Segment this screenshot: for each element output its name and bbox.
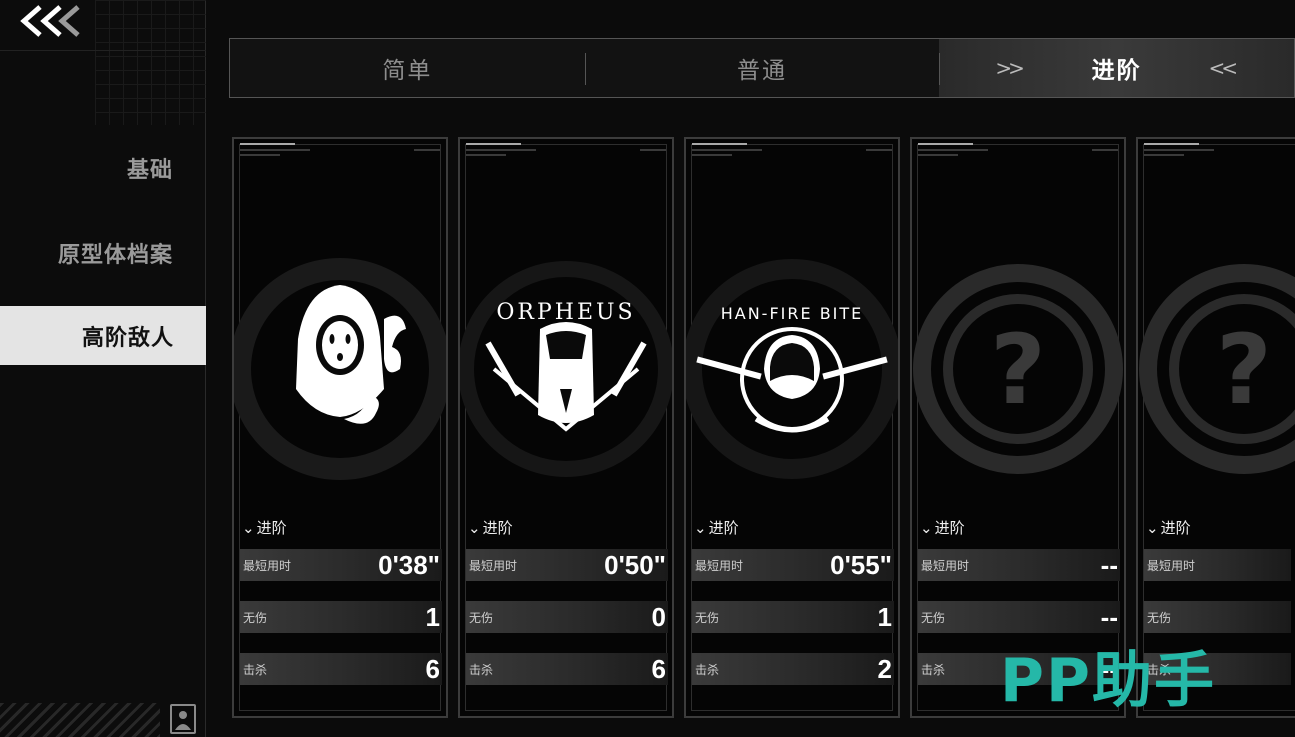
card-header-decoration [918,143,1118,161]
difficulty-tabs: 简单 普通 >> 进阶 << [229,38,1295,98]
locked-question-icon: ? [1139,264,1295,474]
tab-label: 普通 [737,58,787,84]
double-chevron-left-icon [20,5,80,37]
chevron-down-icon: ⌄ [1146,518,1159,537]
sidebar-item-label: 高阶敌人 [81,325,174,351]
stat-label: 击杀 [243,662,268,677]
sidebar-item-prototype-archive[interactable]: 原型体档案 [58,237,173,269]
difficulty-label: ⌄ 进阶 [920,517,965,538]
best-time-value: 0'50" [604,549,666,580]
stat-label: 无伤 [243,610,268,625]
profile-icon[interactable] [170,704,196,734]
tab-label: 进阶 [1091,58,1142,84]
kills-row: 击杀 6 [466,653,668,685]
sidebar: 基础 原型体档案 高阶敌人 [0,0,206,737]
card-header-decoration [1144,143,1289,161]
best-time-row: 最短用时 [1144,549,1291,581]
stat-label: 击杀 [695,662,720,677]
sidebar-item-label: 基础 [126,158,173,183]
chevron-down-icon: ⌄ [468,518,481,537]
no-damage-row: 无伤 1 [692,601,894,633]
best-time-value: 0'38" [378,549,440,580]
kills-value: 2 [877,653,892,684]
emblem-text: HAN-FIRE BITE [721,304,864,323]
orpheus-emblem-icon: ORPHEUS [460,261,672,477]
difficulty-label: ⌄ 进阶 [694,517,739,538]
kills-row: 击杀 6 [240,653,442,685]
tab-normal[interactable]: 普通 [584,39,940,97]
kills-value: 6 [425,653,440,684]
chevron-left-icon: << [1208,56,1238,80]
best-time-row: 最短用时 -- [918,549,1120,581]
stat-label: 最短用时 [1147,558,1196,573]
enemy-card[interactable]: HAN-FIRE BITE ⌄ 进阶 最短用时 0'55" 无伤 1 击杀 2 [684,137,900,718]
chevron-down-icon: ⌄ [242,518,255,537]
emblem-text: ORPHEUS [496,300,635,325]
no-damage-value: 1 [877,601,892,632]
chevron-right-icon: >> [995,56,1024,80]
best-time-row: 最短用时 0'50" [466,549,668,581]
no-damage-value: 1 [425,601,440,632]
stat-label: 无伤 [695,610,720,625]
stat-label: 最短用时 [243,558,292,573]
difficulty-label: ⌄ 进阶 [1146,517,1191,538]
divider [0,50,206,51]
tab-easy[interactable]: 简单 [230,39,585,97]
emblem-text: ? [1216,314,1272,426]
emblem-text: ? [990,314,1046,426]
stat-label: 无伤 [921,610,946,625]
difficulty-text: 进阶 [934,519,965,537]
best-time-value: -- [1100,549,1118,580]
card-header-decoration [692,143,892,161]
best-time-row: 最短用时 0'38" [240,549,442,581]
no-damage-row: 无伤 0 [466,601,668,633]
kills-row: 击杀 2 [692,653,894,685]
stat-label: 最短用时 [695,558,744,573]
stat-label: 无伤 [1147,610,1172,625]
enemy-card-locked[interactable]: ? ⌄ 进阶 最短用时 -- 无伤 -- 击杀 -- [910,137,1126,718]
stat-label: 无伤 [469,610,494,625]
difficulty-label: ⌄ 进阶 [468,517,513,538]
enemy-card-locked[interactable]: ? ⌄ 进阶 最短用时 无伤 击杀 [1136,137,1295,718]
tab-label: 简单 [382,58,433,84]
difficulty-text: 进阶 [482,519,513,537]
kills-value: 6 [651,653,666,684]
back-button[interactable] [14,0,88,42]
stat-label: 击杀 [469,662,494,677]
sidebar-item-label: 原型体档案 [57,243,173,268]
no-damage-row: 无伤 1 [240,601,442,633]
difficulty-text: 进阶 [1160,519,1191,537]
card-header-decoration [466,143,666,161]
difficulty-text: 进阶 [708,519,739,537]
enemy-card[interactable]: ⌄ 进阶 最短用时 0'38" 无伤 1 击杀 6 [232,137,448,718]
best-time-row: 最短用时 0'55" [692,549,894,581]
stat-label: 击杀 [921,662,946,677]
stat-label: 最短用时 [469,558,518,573]
no-damage-value: 0 [651,601,666,632]
watermark-logo: PP助手 [1000,646,1216,716]
no-damage-value: -- [1100,601,1118,632]
best-time-value: 0'55" [830,549,892,580]
no-damage-row: 无伤 -- [918,601,1120,633]
locked-question-icon: ? [913,264,1123,474]
grid-decoration [95,0,206,125]
difficulty-text: 进阶 [256,519,287,537]
chevron-down-icon: ⌄ [694,518,707,537]
chevron-down-icon: ⌄ [920,518,933,537]
no-damage-row: 无伤 [1144,601,1291,633]
difficulty-label: ⌄ 进阶 [242,517,287,538]
hooded-enemy-emblem-icon [234,258,446,480]
enemy-card[interactable]: ORPHEUS ⌄ 进阶 最短用时 0'50" 无伤 0 击杀 6 [458,137,674,718]
han-fire-bite-emblem-icon: HAN-FIRE BITE [686,259,898,479]
hatch-decoration [0,703,160,737]
tab-advanced[interactable]: >> 进阶 << [939,39,1295,97]
sidebar-item-advanced-enemies[interactable]: 高阶敌人 [0,306,206,365]
sidebar-item-basics[interactable]: 基础 [127,152,173,184]
card-header-decoration [240,143,440,161]
stat-label: 最短用时 [921,558,970,573]
